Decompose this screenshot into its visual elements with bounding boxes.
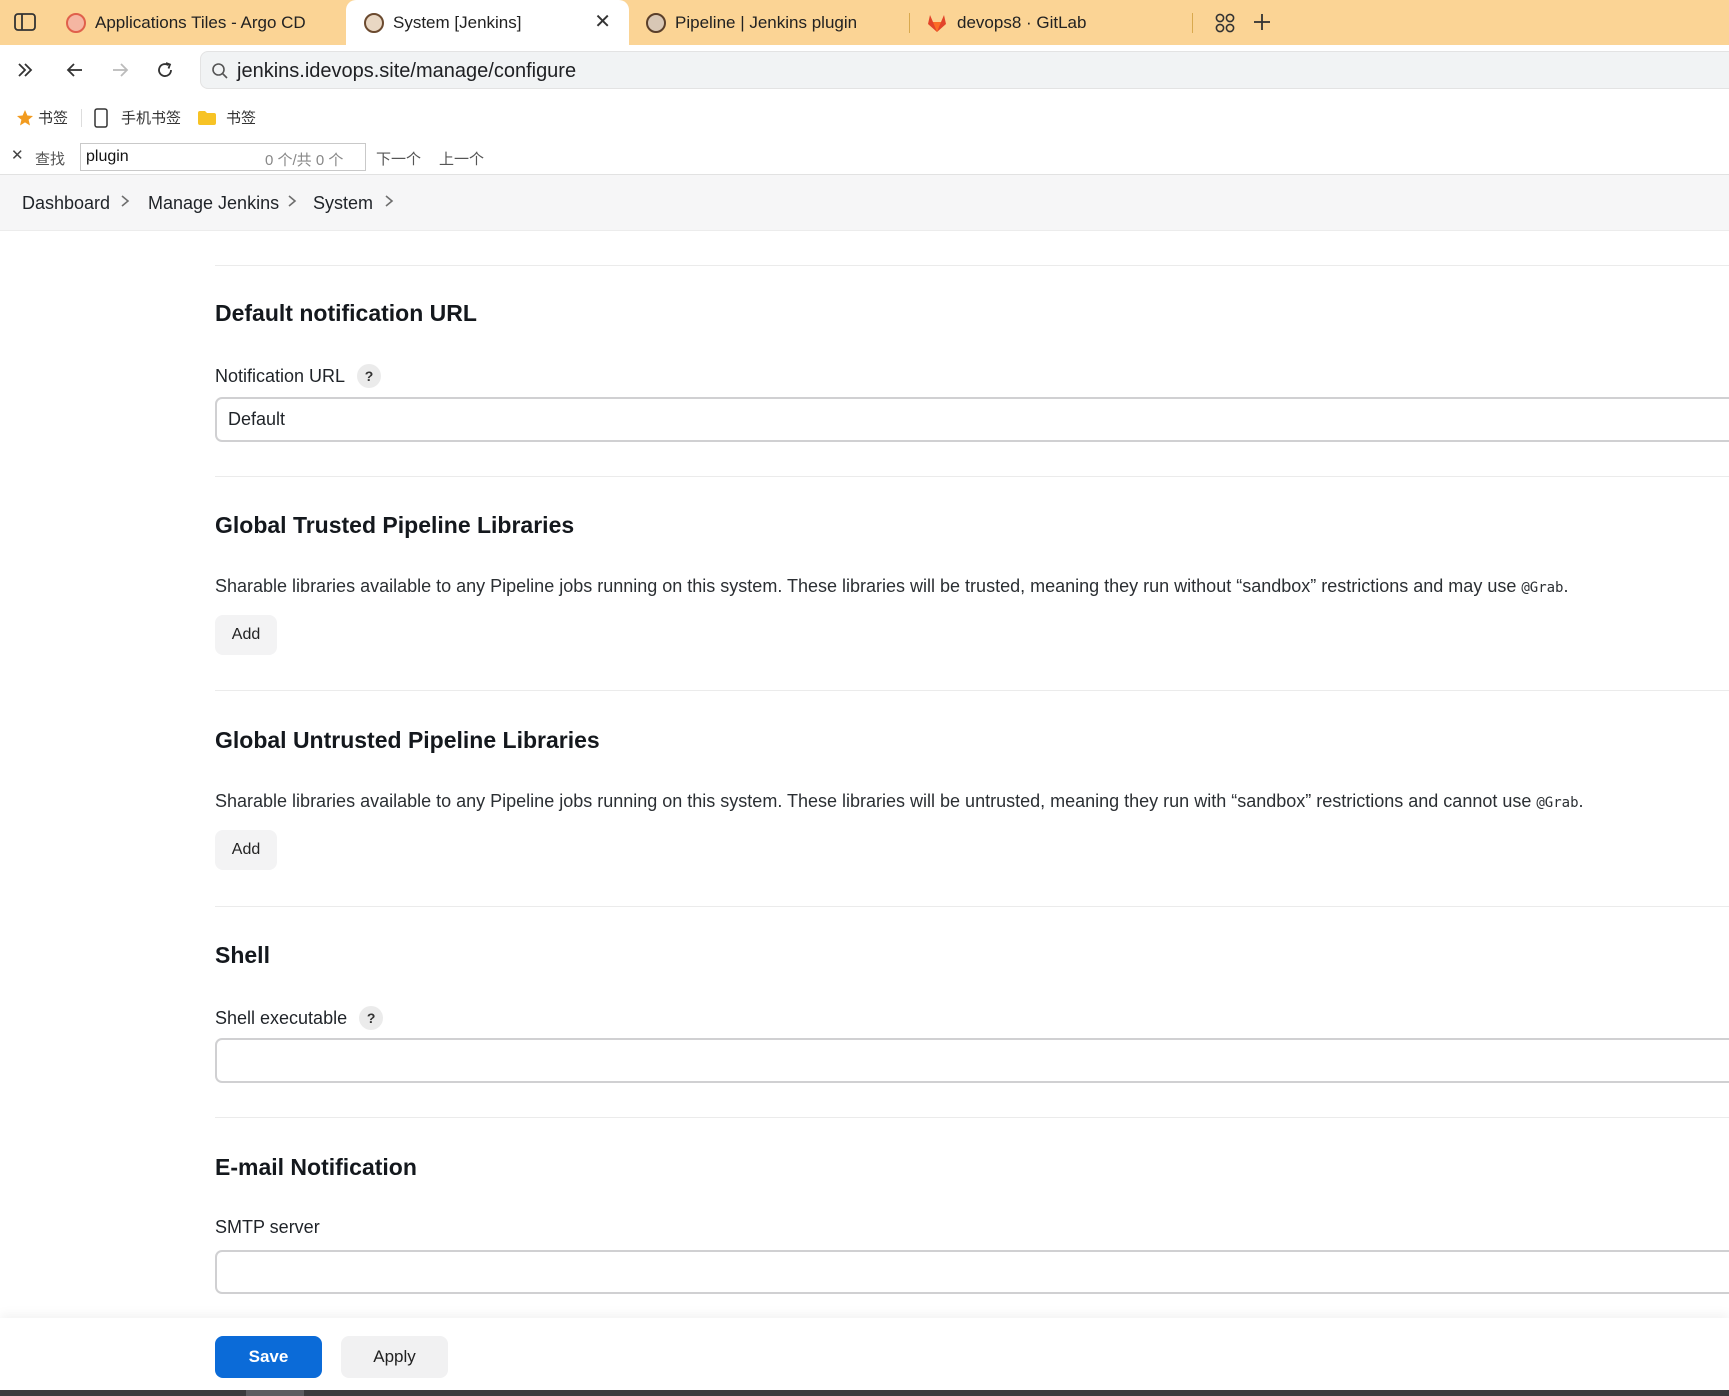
breadcrumb-dashboard[interactable]: Dashboard (22, 193, 110, 214)
url-bar[interactable]: jenkins.idevops.site/manage/configure (200, 51, 1729, 89)
section-divider (215, 1117, 1729, 1118)
jenkins-favicon (364, 12, 384, 33)
new-tab-icon[interactable] (1252, 12, 1272, 32)
section-divider (215, 265, 1729, 266)
find-label: 查找 (35, 151, 66, 168)
tab-label: Applications Tiles - Argo CD (95, 12, 306, 32)
forward-icon[interactable] (107, 57, 133, 83)
breadcrumb: Dashboard Manage Jenkins System (0, 175, 1729, 231)
chevron-right-icon (286, 193, 298, 214)
chevron-right-icon[interactable] (383, 193, 395, 214)
section-divider (215, 906, 1729, 907)
help-icon[interactable]: ? (357, 364, 382, 388)
shell-executable-input[interactable] (215, 1038, 1729, 1083)
section-title-notification: Default notification URL (215, 300, 477, 326)
form-action-bar: Save Apply (0, 1318, 1729, 1390)
tab-label: System [Jenkins] (393, 12, 522, 32)
section-divider (215, 476, 1729, 477)
gitlab-favicon (926, 13, 948, 33)
smtp-server-input[interactable] (215, 1250, 1729, 1294)
tab-close-icon[interactable]: ✕ (594, 12, 611, 32)
section-divider (215, 690, 1729, 691)
double-chevron-right-icon[interactable] (12, 57, 38, 83)
section-title-untrusted-libraries: Global Untrusted Pipeline Libraries (215, 727, 600, 753)
phone-icon (94, 107, 108, 128)
add-untrusted-library-button[interactable]: Add (215, 830, 277, 870)
argo-favicon (66, 12, 86, 33)
bookmark-item[interactable]: 书签 (16, 107, 68, 128)
sidebar-toggle-icon[interactable] (14, 12, 36, 32)
breadcrumb-manage-jenkins[interactable]: Manage Jenkins (148, 193, 279, 214)
tab-separator (909, 13, 910, 33)
help-icon[interactable]: ? (359, 1006, 384, 1030)
section-title-email: E-mail Notification (215, 1154, 417, 1180)
taskbar-highlight (246, 1390, 304, 1396)
shell-executable-label: Shell executable ? (215, 1006, 384, 1030)
section-title-shell: Shell (215, 942, 270, 968)
url-text: jenkins.idevops.site/manage/configure (237, 60, 577, 82)
tab-pipeline-plugin[interactable]: Pipeline | Jenkins plugin (646, 0, 896, 45)
search-icon (211, 62, 229, 85)
find-bar: ✕ 查找 plugin 0 个/共 0 个 下一个 上一个 (0, 139, 1729, 175)
notification-url-label: Notification URL ? (215, 364, 382, 388)
notification-url-input[interactable]: Default (215, 397, 1729, 442)
bookmark-item[interactable]: 书签 (197, 107, 256, 128)
back-icon[interactable] (62, 57, 88, 83)
bookmark-divider (81, 109, 82, 127)
find-count: 0 个/共 0 个 (265, 152, 344, 169)
untrusted-libraries-description: Sharable libraries available to any Pipe… (215, 791, 1584, 811)
find-close-icon[interactable]: ✕ (11, 146, 24, 164)
tab-grid-icon[interactable] (1215, 13, 1235, 33)
os-taskbar (0, 1390, 1729, 1396)
find-next-button[interactable]: 下一个 (376, 148, 421, 169)
apply-button[interactable]: Apply (341, 1336, 448, 1378)
star-icon (17, 109, 33, 125)
breadcrumb-system[interactable]: System (313, 193, 373, 214)
jenkins-plugin-favicon (646, 12, 666, 33)
section-title-trusted-libraries: Global Trusted Pipeline Libraries (215, 512, 575, 538)
save-button[interactable]: Save (215, 1336, 322, 1378)
tab-separator (1192, 13, 1193, 33)
tab-argo-cd[interactable]: Applications Tiles - Argo CD (66, 0, 336, 45)
reload-icon[interactable] (152, 57, 178, 83)
find-input[interactable]: plugin 0 个/共 0 个 (80, 143, 366, 171)
address-bar-row: jenkins.idevops.site/manage/configure (0, 45, 1729, 95)
smtp-server-label: SMTP server (215, 1217, 320, 1237)
tab-gitlab[interactable]: devops8 · GitLab (926, 0, 1176, 45)
tab-jenkins-system[interactable]: System [Jenkins] ✕ (346, 0, 629, 45)
bookmarks-bar: 书签 手机书签 书签 (0, 95, 1729, 139)
trusted-libraries-description: Sharable libraries available to any Pipe… (215, 576, 1569, 596)
browser-tab-strip: Applications Tiles - Argo CD System [Jen… (0, 0, 1729, 45)
find-query: plugin (86, 148, 129, 165)
bookmark-item[interactable]: 手机书签 (94, 107, 181, 128)
folder-icon (198, 110, 216, 125)
find-prev-button[interactable]: 上一个 (439, 148, 484, 169)
chevron-right-icon (119, 193, 131, 214)
tab-label: Pipeline | Jenkins plugin (675, 12, 858, 32)
add-trusted-library-button[interactable]: Add (215, 615, 277, 655)
tab-label: devops8 · GitLab (957, 12, 1087, 32)
